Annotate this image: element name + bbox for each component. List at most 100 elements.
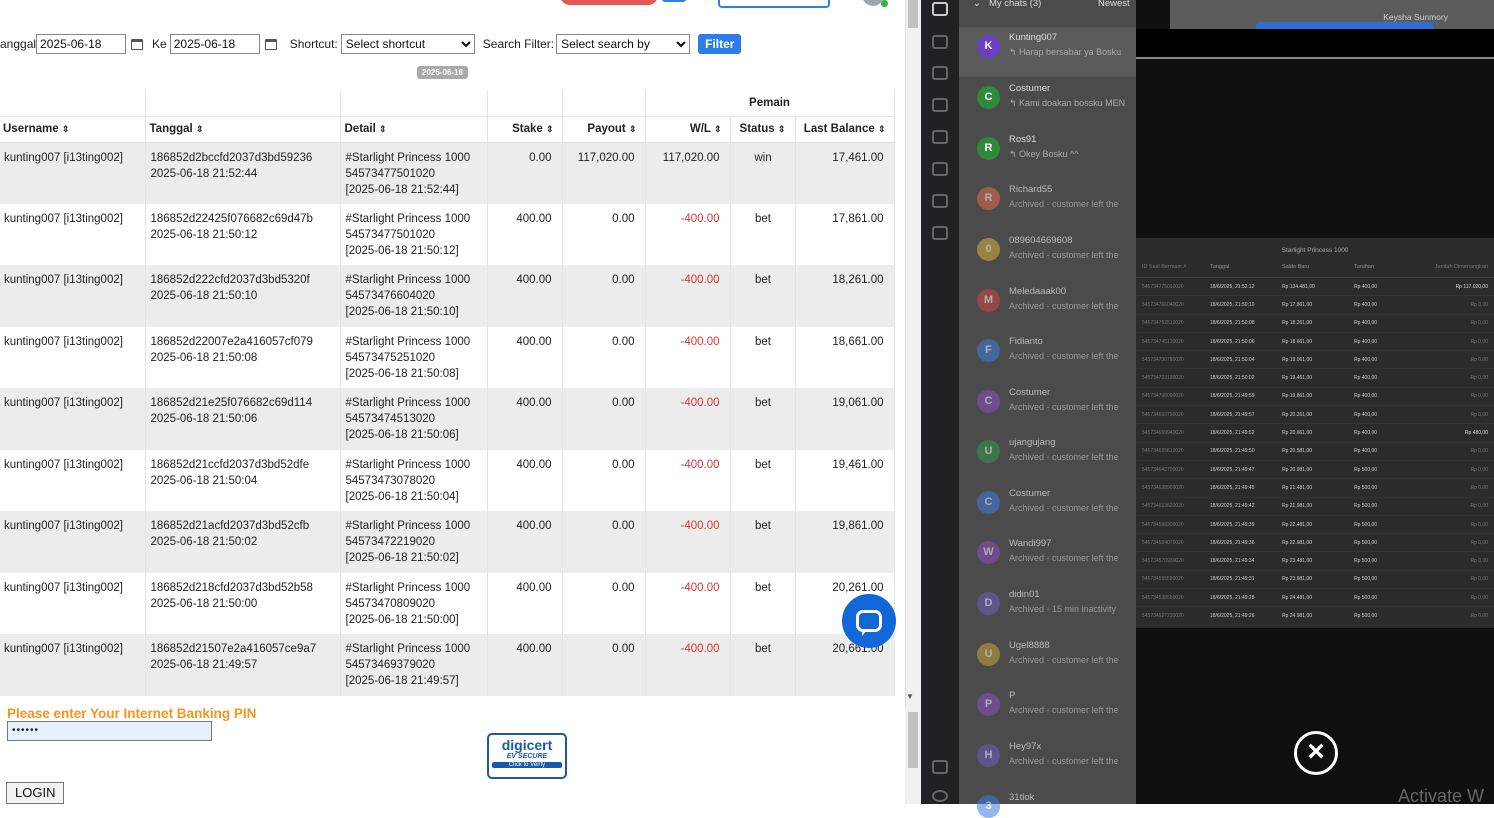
- chat-last-message: ↰ Kami doakan bossku MEN: [1009, 98, 1126, 108]
- table-row[interactable]: kunting007 [i13ting002] 186852d21acfd2037…: [0, 511, 895, 573]
- sort-icon[interactable]: ⇕: [778, 124, 786, 134]
- bolt-icon[interactable]: [932, 66, 948, 80]
- sort-icon[interactable]: ⇕: [196, 124, 204, 134]
- cell-status: bet: [730, 265, 796, 327]
- date-from-input[interactable]: [36, 34, 127, 54]
- chat-name: Ugel8888: [1009, 640, 1050, 651]
- close-icon[interactable]: ×: [1294, 731, 1338, 775]
- filter-button[interactable]: Filter: [698, 34, 742, 54]
- table-row[interactable]: kunting007 [i13ting002] 186852d21507e2a41…: [0, 634, 895, 696]
- date-to-input[interactable]: [169, 34, 260, 54]
- table-row[interactable]: kunting007 [i13ting002] 186852d21e25f0766…: [0, 388, 895, 450]
- table-row[interactable]: kunting007 [i13ting002] 186852d22425f0766…: [0, 203, 895, 265]
- filter-bar: anggal Ke Shortcut: Select shortcut Sear…: [0, 34, 742, 54]
- col-stake[interactable]: Stake ⇕: [487, 116, 563, 143]
- cell-payout: 0.00: [562, 449, 646, 511]
- chat-list-item[interactable]: 0 089604669608 Archived - customer left th…: [959, 230, 1136, 280]
- scrollbar[interactable]: [905, 0, 921, 707]
- col-wl[interactable]: W/L ⇕: [645, 116, 731, 143]
- chat-list-item[interactable]: K Kunting007 ↰ Harap bersabar ya Bosku: [959, 27, 1136, 77]
- cell-last-balance: 19,461.00: [795, 449, 895, 511]
- table-row[interactable]: kunting007 [i13ting002] 186852d22007e2a41…: [0, 326, 895, 388]
- table-row[interactable]: kunting007 [i13ting002] 186852d2bccfd2037…: [0, 142, 895, 204]
- chat-header: Keysha Sunmory: [1170, 0, 1494, 30]
- cell-wl: 117,020.00: [645, 142, 731, 204]
- chat-list-item[interactable]: Ddidin01 Archived - 15 min inactivity: [959, 584, 1136, 634]
- shortcut-select[interactable]: Select shortcut: [340, 34, 475, 54]
- chat-list-item[interactable]: M Meledaaak00 Archived - customer left the: [959, 281, 1136, 331]
- col-payout[interactable]: Payout ⇕: [562, 116, 646, 143]
- preview-row: 545734570930020 18/6/2025, 21:49:34 Rp 23.…: [1136, 552, 1494, 571]
- page-scrollbar-thumb[interactable]: [908, 712, 918, 768]
- table-row[interactable]: kunting007 [i13ting002] 186852d218cfd2037…: [0, 572, 895, 634]
- chat-list-item[interactable]: F Fidianto Archived - customer left the: [959, 331, 1136, 381]
- sort-icon[interactable]: ⇕: [62, 124, 70, 134]
- apps-icon[interactable]: [932, 194, 948, 208]
- cell-detail: #Starlight Princess 1000 54573469379020 [2…: [340, 634, 488, 696]
- ev-secure-label: EV SECURE: [506, 753, 548, 760]
- chat-last-message: Archived - customer left the: [1009, 655, 1119, 665]
- live-chat-button[interactable]: [842, 594, 896, 648]
- chat-list-item[interactable]: C Costumer ↰ Kami doakan bossku MEN: [959, 78, 1136, 128]
- scroll-down-arrow-icon[interactable]: ▼: [906, 692, 914, 701]
- sort-select[interactable]: Newest: [1098, 0, 1130, 9]
- avatar: R: [977, 137, 1000, 160]
- chat-last-message: Archived - customer left the: [1009, 756, 1119, 766]
- red-action-button[interactable]: [560, 0, 658, 5]
- chat-list-item[interactable]: R Ros91 ↰ Okey Bosku ^^: [959, 129, 1136, 179]
- sparkle-icon[interactable]: [932, 35, 948, 49]
- chat-list-item[interactable]: Uujangujang Archived - customer left the: [959, 432, 1136, 482]
- chat-list-item[interactable]: 3 31tlok: [959, 787, 1136, 818]
- chat-list-item[interactable]: W Wandi997 Archived - customer left the: [959, 533, 1136, 583]
- sort-icon[interactable]: ⇕: [546, 124, 554, 134]
- preview-row: 545734775010020 18/6/2025, 21:52:12 Rp 134…: [1136, 278, 1494, 297]
- calendar-icon[interactable]: [131, 38, 144, 50]
- cell-username: kunting007 [i13ting002]: [0, 511, 146, 573]
- login-button[interactable]: LOGIN: [6, 782, 65, 804]
- preview-row: 545734555590020 18/6/2025, 21:49:31 Rp 23.…: [1136, 571, 1494, 590]
- search-filter-select[interactable]: Select search by: [556, 34, 691, 54]
- chat-name: Meledaaak00: [1009, 286, 1067, 297]
- col-username[interactable]: Username ⇕: [0, 116, 146, 143]
- table-row[interactable]: kunting007 [i13ting002] 186852d222cfd2037…: [0, 265, 895, 327]
- chart-icon[interactable]: [932, 162, 948, 176]
- calendar-icon[interactable]: [264, 38, 277, 50]
- cell-tanggal: 186852d21e25f076682c69d114 2025-06-18 21:…: [145, 388, 341, 450]
- people-icon[interactable]: [932, 130, 948, 144]
- sort-icon[interactable]: ⇕: [629, 124, 637, 134]
- group-header-pemain: Pemain: [645, 90, 895, 117]
- blue-square-button[interactable]: [662, 0, 686, 2]
- sort-icon[interactable]: ⇕: [714, 124, 722, 134]
- chats-icon[interactable]: [932, 2, 948, 16]
- outlined-button[interactable]: [718, 0, 830, 8]
- cell-status: win: [730, 142, 796, 204]
- sort-icon[interactable]: ⇕: [379, 124, 387, 134]
- avatar: 0: [977, 238, 1000, 261]
- sort-icon[interactable]: ⇕: [878, 124, 886, 134]
- cell-detail: #Starlight Princess 1000 54573470809020 [2…: [340, 572, 488, 634]
- chat-list-item[interactable]: P P Archived - customer left the: [959, 685, 1136, 735]
- card-icon[interactable]: [932, 760, 948, 774]
- scrollbar-thumb[interactable]: [908, 0, 918, 28]
- chat-list-item[interactable]: C Costumer Archived - customer left the: [959, 382, 1136, 432]
- col-last-balance[interactable]: Last Balance ⇕: [795, 116, 895, 143]
- gear-icon[interactable]: [932, 790, 948, 802]
- cell-last-balance: 18,661.00: [795, 326, 895, 388]
- digicert-seal[interactable]: digicert EV SECURE Click to Verify: [487, 733, 567, 779]
- check-icon[interactable]: [932, 226, 948, 240]
- chevron-down-icon[interactable]: ⌄: [973, 0, 981, 9]
- chat-list-item[interactable]: U Ugel8888 Archived - customer left the: [959, 635, 1136, 685]
- col-detail[interactable]: Detail ⇕: [340, 116, 488, 143]
- col-status[interactable]: Status ⇕: [730, 116, 796, 143]
- pin-input[interactable]: ••••••: [7, 721, 212, 741]
- archive-icon[interactable]: [932, 98, 948, 112]
- cell-wl: -400.00: [645, 634, 731, 696]
- chat-list-item[interactable]: H Hey97x Archived - customer left the: [959, 736, 1136, 786]
- chat-list-item[interactable]: R Richard55 Archived - customer left the: [959, 179, 1136, 229]
- verify-label: Click to Verify: [492, 762, 562, 768]
- col-tanggal[interactable]: Tanggal ⇕: [145, 116, 341, 143]
- cell-payout: 0.00: [562, 634, 646, 696]
- table-row[interactable]: kunting007 [i13ting002] 186852d21ccfd2037…: [0, 449, 895, 511]
- chat-list-item[interactable]: C Costumer Archived - customer left the: [959, 483, 1136, 533]
- cell-tanggal: 186852d22007e2a416057cf079 2025-06-18 21:…: [145, 326, 341, 388]
